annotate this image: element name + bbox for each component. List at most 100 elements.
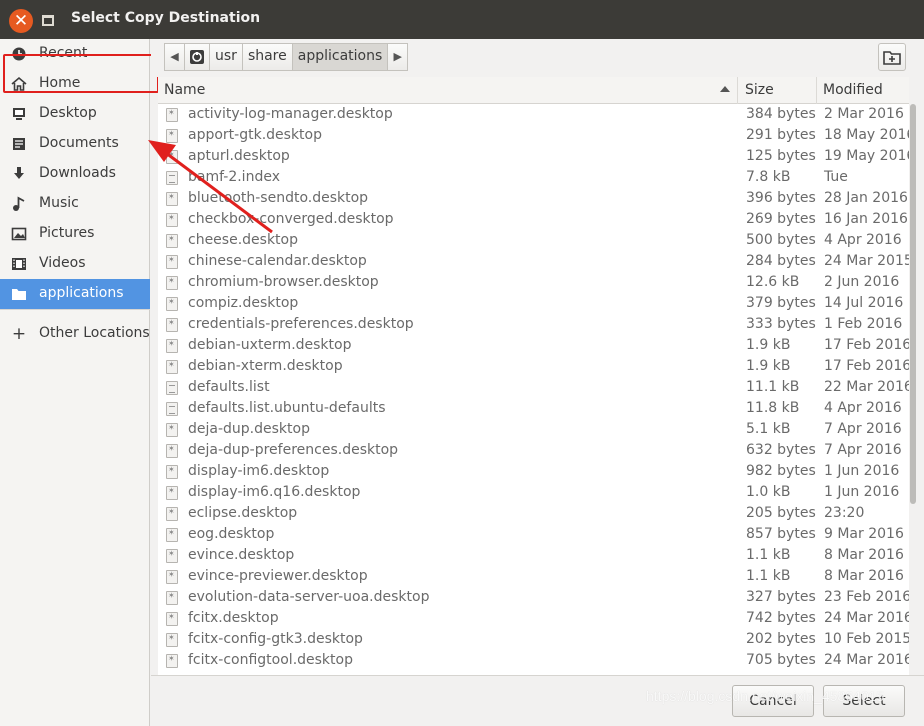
- file-size: 11.1 kB: [746, 379, 800, 395]
- desktop-file-icon: [166, 255, 178, 269]
- file-name: fcitx.desktop: [188, 610, 279, 626]
- plus-icon: +: [11, 324, 27, 344]
- file-row[interactable]: credentials-preferences.desktop 333 bytes…: [158, 315, 909, 336]
- file-row[interactable]: checkbox-converged.desktop 269 bytes 16 Ja…: [158, 210, 909, 231]
- file-name: debian-xterm.desktop: [188, 358, 343, 374]
- vertical-scrollbar[interactable]: [909, 104, 917, 675]
- file-row[interactable]: eog.desktop 857 bytes 9 Mar 2016: [158, 525, 909, 546]
- file-row[interactable]: deja-dup-preferences.desktop 632 bytes 7 A…: [158, 441, 909, 462]
- desktop-file-icon: [166, 318, 178, 332]
- pictures-icon: [11, 226, 27, 242]
- file-row[interactable]: bluetooth-sendto.desktop 396 bytes 28 Jan …: [158, 189, 909, 210]
- file-row[interactable]: debian-uxterm.desktop 1.9 kB 17 Feb 2016: [158, 336, 909, 357]
- file-modified: 1 Jun 2016: [824, 463, 900, 479]
- sidebar-item-downloads[interactable]: Downloads: [0, 159, 150, 189]
- sidebar-item-label: Music: [39, 195, 79, 211]
- path-scroll-left-button[interactable]: ◀: [164, 43, 185, 71]
- desktop-file-icon: [166, 507, 178, 521]
- file-row[interactable]: activity-log-manager.desktop 384 bytes 2 M…: [158, 105, 909, 126]
- sidebar-item-label: Desktop: [39, 105, 97, 121]
- videos-icon: [11, 256, 27, 272]
- file-size: 333 bytes: [746, 316, 816, 332]
- file-size: 1.9 kB: [746, 358, 791, 374]
- file-size: 1.1 kB: [746, 568, 791, 584]
- desktop-file-icon: [166, 633, 178, 647]
- desktop-file-icon: [166, 234, 178, 248]
- desktop-file-icon: [166, 129, 178, 143]
- file-name: compiz.desktop: [188, 295, 299, 311]
- path-scroll-right-button[interactable]: ▶: [387, 43, 409, 71]
- file-row[interactable]: evolution-data-server-uoa.desktop 327 byt…: [158, 588, 909, 609]
- file-name: debian-uxterm.desktop: [188, 337, 352, 353]
- scrollbar-thumb[interactable]: [910, 104, 916, 504]
- file-row[interactable]: evince-previewer.desktop 1.1 kB 8 Mar 2016: [158, 567, 909, 588]
- file-name: checkbox-converged.desktop: [188, 211, 394, 227]
- file-modified: 1 Feb 2016: [824, 316, 903, 332]
- file-size: 202 bytes: [746, 631, 816, 647]
- file-size: 379 bytes: [746, 295, 816, 311]
- window-title: Select Copy Destination: [71, 10, 261, 26]
- column-header-name[interactable]: Name: [158, 77, 738, 104]
- desktop-file-icon: [166, 192, 178, 206]
- path-root-button[interactable]: [184, 43, 210, 71]
- file-size: 327 bytes: [746, 589, 816, 605]
- file-row[interactable]: cheese.desktop 500 bytes 4 Apr 2016: [158, 231, 909, 252]
- file-size: 857 bytes: [746, 526, 816, 542]
- file-row[interactable]: chinese-calendar.desktop 284 bytes 24 Mar …: [158, 252, 909, 273]
- path-crumb-share[interactable]: share: [241, 43, 293, 71]
- music-icon: [11, 196, 27, 212]
- sidebar-item-music[interactable]: Music: [0, 189, 150, 219]
- sidebar-item-applications[interactable]: applications: [0, 279, 150, 309]
- create-folder-button[interactable]: [878, 43, 906, 71]
- file-row[interactable]: eclipse.desktop 205 bytes 23:20: [158, 504, 909, 525]
- file-row[interactable]: debian-xterm.desktop 1.9 kB 17 Feb 2016: [158, 357, 909, 378]
- sidebar-item-pictures[interactable]: Pictures: [0, 219, 150, 249]
- file-size: 1.1 kB: [746, 547, 791, 563]
- file-name: cheese.desktop: [188, 232, 298, 248]
- desktop-file-icon: [166, 570, 178, 584]
- file-row[interactable]: apturl.desktop 125 bytes 19 May 2016: [158, 147, 909, 168]
- file-row[interactable]: deja-dup.desktop 5.1 kB 7 Apr 2016: [158, 420, 909, 441]
- file-row[interactable]: compiz.desktop 379 bytes 14 Jul 2016: [158, 294, 909, 315]
- file-row[interactable]: defaults.list 11.1 kB 22 Mar 2016: [158, 378, 909, 399]
- documents-icon: [11, 136, 27, 152]
- file-row[interactable]: chromium-browser.desktop 12.6 kB 2 Jun 201…: [158, 273, 909, 294]
- path-crumb-applications[interactable]: applications: [291, 43, 389, 71]
- sidebar-item-label: Pictures: [39, 225, 95, 241]
- watermark-text: https://blog.csdn.net/weixin_45864015: [646, 688, 885, 704]
- column-header-modified[interactable]: Modified: [817, 77, 909, 104]
- file-row[interactable]: fcitx-configtool.desktop 705 bytes 24 Mar …: [158, 651, 909, 672]
- sidebar-item-documents[interactable]: Documents: [0, 129, 150, 159]
- file-row[interactable]: fcitx.desktop 742 bytes 24 Mar 2016: [158, 609, 909, 630]
- file-modified: 4 Apr 2016: [824, 232, 902, 248]
- desktop-file-icon: [166, 276, 178, 290]
- file-row[interactable]: display-im6.desktop 982 bytes 1 Jun 2016: [158, 462, 909, 483]
- maximize-button[interactable]: [38, 11, 58, 31]
- file-modified: 28 Jan 2016: [824, 190, 908, 206]
- file-modified: 23:20: [824, 505, 865, 521]
- file-row[interactable]: defaults.list.ubuntu-defaults 11.8 kB 4 Ap…: [158, 399, 909, 420]
- close-button[interactable]: ✕: [9, 9, 33, 33]
- desktop-file-icon: [166, 591, 178, 605]
- download-icon: [11, 166, 27, 182]
- file-size: 982 bytes: [746, 463, 816, 479]
- desktop-file-icon: [166, 108, 178, 122]
- file-modified: 24 Mar 2016: [824, 610, 909, 626]
- file-row[interactable]: bamf-2.index 7.8 kB Tue: [158, 168, 909, 189]
- sidebar-item-other-locations[interactable]: + Other Locations: [0, 319, 150, 349]
- path-crumb-usr[interactable]: usr: [209, 43, 243, 71]
- file-name: chinese-calendar.desktop: [188, 253, 367, 269]
- desktop-file-icon: [166, 465, 178, 479]
- file-row[interactable]: fcitx-config-gtk3.desktop 202 bytes 10 Feb…: [158, 630, 909, 651]
- file-modified: 7 Apr 2016: [824, 421, 902, 437]
- sidebar-item-desktop[interactable]: Desktop: [0, 99, 150, 129]
- column-header-size[interactable]: Size: [739, 77, 817, 104]
- file-modified: 19 May 2016: [824, 148, 909, 164]
- file-modified: 2 Mar 2016: [824, 106, 904, 122]
- sidebar-item-videos[interactable]: Videos: [0, 249, 150, 279]
- file-row[interactable]: apport-gtk.desktop 291 bytes 18 May 2016: [158, 126, 909, 147]
- file-row[interactable]: evince.desktop 1.1 kB 8 Mar 2016: [158, 546, 909, 567]
- file-size: 1.0 kB: [746, 484, 791, 500]
- file-row[interactable]: display-im6.q16.desktop 1.0 kB 1 Jun 2016: [158, 483, 909, 504]
- file-modified: 24 Mar 2016: [824, 652, 909, 668]
